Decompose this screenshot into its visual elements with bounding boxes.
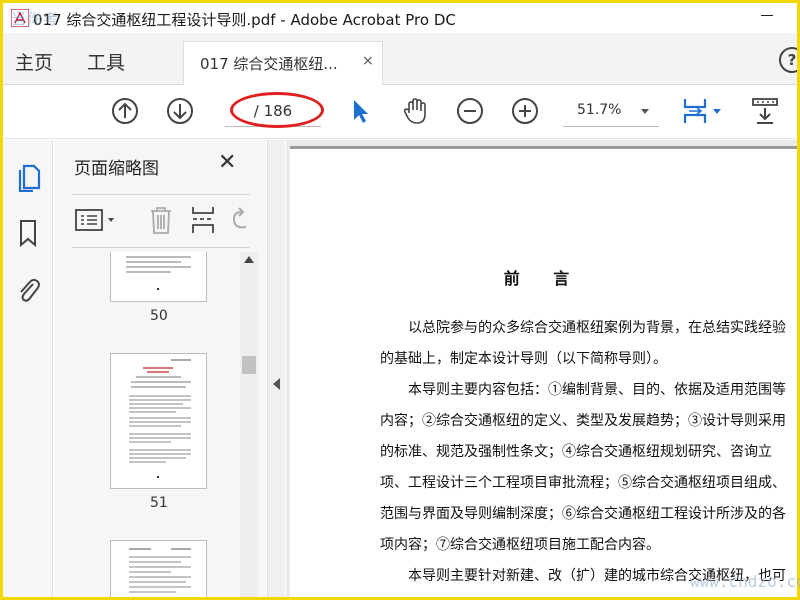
acrobat-logo-icon [11,9,29,27]
panel-title: 页面缩略图 [74,159,159,179]
collapse-panel-icon[interactable] [273,378,280,390]
hand-icon[interactable] [401,97,429,125]
thumbnail-content [129,548,191,593]
tab-home[interactable]: 主页 [15,48,53,75]
insert-page-icon[interactable] [190,205,216,235]
panel-splitter[interactable] [267,140,285,597]
thumbnail-page[interactable] [110,540,207,597]
bookmarks-icon[interactable] [15,218,41,248]
minimize-button[interactable] [761,15,773,16]
document-page: 前 言 以总院参与的众多综合交通枢纽案例为背景，在总结实践经验的基础上，制定本设… [290,146,797,597]
thumbnail-page[interactable] [110,353,207,489]
document-heading: 前 言 [503,269,584,288]
next-page-icon[interactable] [166,97,194,125]
window-title: 017 综合交通枢纽工程设计导则.pdf - Adobe Acrobat Pro… [33,11,456,29]
tab-tools[interactable]: 工具 [87,48,125,75]
zoom-out-icon[interactable] [456,97,484,125]
help-icon[interactable]: ? [779,47,797,73]
scroll-up-icon[interactable] [244,256,254,263]
close-icon[interactable]: ✕ [218,150,236,175]
scroll-mode-icon[interactable] [751,97,779,125]
scrollbar-thumb[interactable] [242,356,256,374]
zoom-dropdown[interactable]: 51.7% [563,95,659,127]
app-window: 017 综合交通枢纽工程设计导则.pdf - Adobe Acrobat Pro… [3,3,797,597]
tab-document[interactable]: 017 综合交通枢纽... × [183,41,383,85]
title-bar: 017 综合交通枢纽工程设计导则.pdf - Adobe Acrobat Pro… [3,3,797,33]
annotation-oval [230,92,324,128]
page-thumbnails-icon[interactable] [15,162,41,192]
left-rail [3,140,53,597]
thumbnail-page[interactable] [110,252,207,302]
rotate-icon[interactable] [230,207,250,233]
previous-page-icon[interactable] [111,97,139,125]
document-view[interactable]: 前 言 以总院参与的众多综合交通枢纽案例为背景，在总结实践经验的基础上，制定本设… [286,140,797,597]
thumbnail-scrollbar[interactable] [240,252,258,597]
fit-page-icon[interactable] [681,97,727,125]
select-arrow-icon[interactable] [346,97,374,125]
zoom-in-icon[interactable] [511,97,539,125]
paragraph: 以总院参与的众多综合交通枢纽案例为背景，在总结实践经验的基础上，制定本设计导则（… [380,320,786,367]
options-menu-icon[interactable] [74,207,118,233]
tab-close-icon[interactable]: × [362,53,374,69]
tab-document-label: 017 综合交通枢纽... [200,55,338,73]
zoom-value: 51.7% [577,102,622,118]
attachments-icon[interactable] [15,274,41,304]
thumbnail-label: 50 [150,308,168,324]
tab-bar: 主页 工具 017 综合交通枢纽... × ? [3,33,797,85]
thumbnail-content [126,256,191,290]
thumbnail-content [129,359,191,478]
paragraph: 本导则主要内容包括：①编制背景、目的、依据及适用范围等内容；②综合交通枢纽的定义… [380,382,786,553]
main-toolbar: / 186 51.7% [3,85,797,139]
chevron-down-icon [641,109,649,114]
thumbnail-label: 51 [150,495,168,511]
watermark-bottom: www.cndzo.com [690,572,800,591]
thumbnail-list: 50 51 [54,252,237,597]
thumbnail-panel: 页面缩略图 ✕ 50 51 [54,140,266,597]
delete-icon[interactable] [148,205,174,235]
panel-toolbar [72,194,250,248]
